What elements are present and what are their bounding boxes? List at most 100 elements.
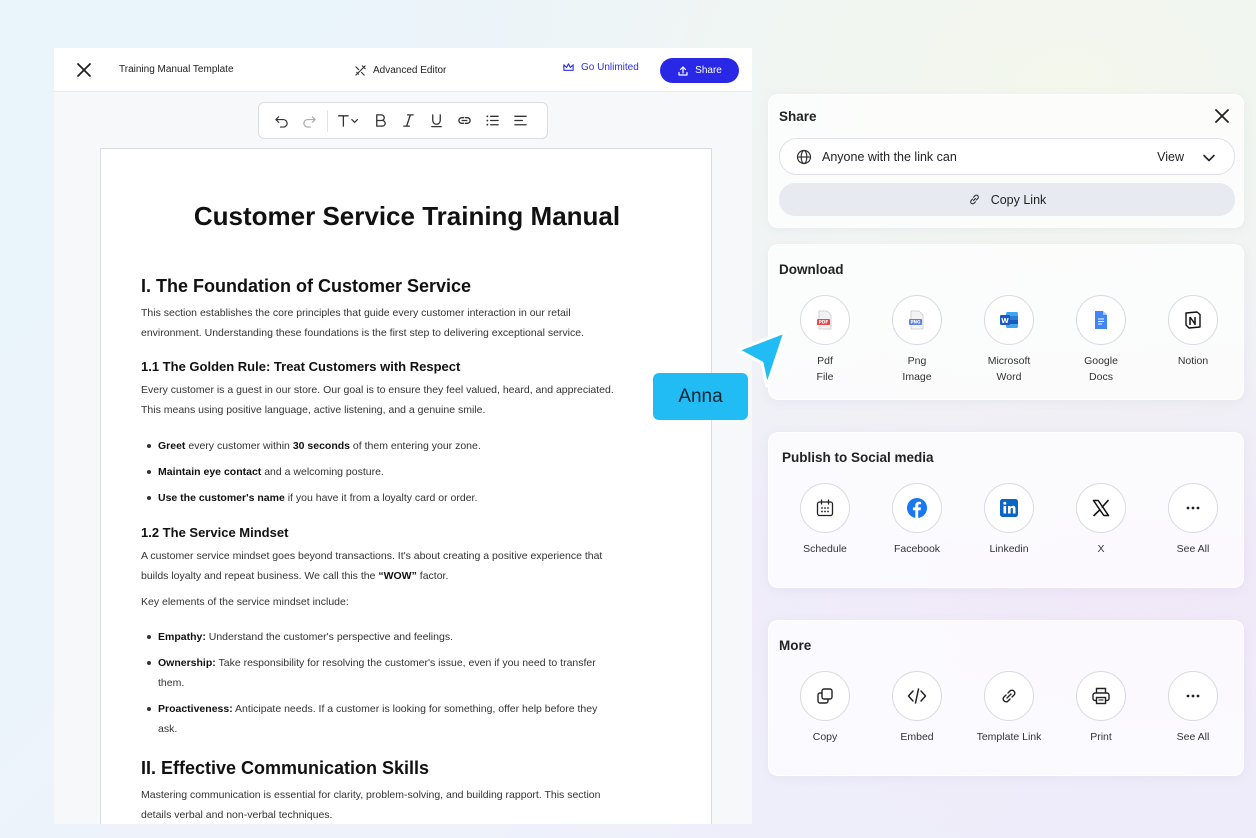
link-icon [969, 194, 979, 205]
share-label: Share [695, 65, 722, 76]
social-see-all-button[interactable]: See All [1147, 483, 1239, 557]
social-panel-title: Publish to Social media [782, 450, 934, 465]
list-item: Maintain eye contact and a welcoming pos… [147, 462, 658, 482]
paragraph-line: details verbal and non-verbal techniques… [141, 809, 333, 821]
option-circle: W [984, 295, 1034, 345]
bold-text: Greet [158, 440, 186, 452]
section-1-2-text: A customer service mindset goes beyond t… [141, 546, 661, 586]
underline-button[interactable] [422, 109, 450, 133]
option-label: Pdf File [779, 353, 871, 385]
print-button[interactable]: Print [1055, 671, 1147, 745]
section-1-heading: I. The Foundation of Customer Service [141, 276, 472, 296]
download-png-button[interactable]: PNG Png Image [871, 295, 963, 385]
facebook-icon [907, 498, 927, 518]
redo-icon [302, 116, 316, 128]
option-circle [800, 671, 850, 721]
align-button[interactable] [506, 109, 534, 133]
paragraph-text: factor. [416, 570, 449, 582]
social-options: Schedule Facebook Linkedin X See All [779, 483, 1239, 583]
crown-icon [563, 63, 574, 71]
option-label: Notion [1147, 353, 1239, 369]
template-link-button[interactable]: Template Link [963, 671, 1055, 745]
bold-text: Ownership: [158, 657, 216, 669]
calendar-icon [816, 499, 834, 517]
link-icon [457, 117, 471, 124]
download-google-docs-button[interactable]: Google Docs [1055, 295, 1147, 385]
embed-button[interactable]: Embed [871, 671, 963, 745]
italic-icon [402, 114, 414, 127]
pdf-icon: PDF [817, 310, 832, 330]
undo-button[interactable] [267, 109, 295, 133]
download-options: PDF Pdf File PNG Png Image W Microsoft Word… [779, 295, 1239, 395]
schedule-button[interactable]: Schedule [779, 483, 871, 557]
link-button[interactable] [450, 109, 478, 133]
download-panel-title: Download [779, 262, 844, 277]
paragraph-line: Mastering communication is essential for… [141, 789, 601, 801]
download-notion-button[interactable]: Notion [1147, 295, 1239, 369]
more-see-all-button[interactable]: See All [1147, 671, 1239, 745]
linkedin-button[interactable]: Linkedin [963, 483, 1055, 557]
bold-text: Proactiveness: [158, 703, 233, 715]
option-label: Microsoft Word [963, 353, 1055, 385]
bold-icon [375, 114, 386, 127]
google-docs-icon [1095, 311, 1107, 329]
align-left-icon [513, 115, 527, 126]
document-heading: Customer Service Training Manual [193, 201, 621, 231]
list-item: Empathy: Understand the customer's persp… [147, 627, 658, 647]
option-label: Copy [812, 731, 838, 743]
section-1-1-heading: 1.1 The Golden Rule: Treat Customers wit… [141, 359, 461, 374]
option-label: Template Link [976, 731, 1042, 743]
bullet-list-button[interactable] [478, 109, 506, 133]
document-page[interactable]: Customer Service Training Manual I. The … [100, 148, 712, 824]
advanced-editor-button[interactable]: Advanced Editor [354, 61, 446, 79]
italic-button[interactable] [394, 109, 422, 133]
paragraph-text: builds loyalty and repeat business. We c… [141, 570, 379, 582]
close-icon[interactable] [1213, 107, 1231, 125]
label-line: Notion [1177, 355, 1209, 367]
permission-value: View [1157, 150, 1184, 164]
svg-text:PNG: PNG [910, 320, 921, 325]
facebook-button[interactable]: Facebook [871, 483, 963, 557]
label-line: Microsoft [987, 355, 1031, 367]
go-unlimited-label: Go Unlimited [581, 62, 639, 73]
option-circle [1076, 671, 1126, 721]
list-text: every customer within [185, 440, 293, 452]
text-size-icon [338, 115, 359, 127]
share-button[interactable]: Share [660, 58, 739, 83]
redo-button[interactable] [295, 109, 323, 133]
section-2-text: Mastering communication is essential for… [141, 785, 661, 824]
list-text: and a welcoming posture. [261, 466, 384, 478]
link-permission-select[interactable]: Anyone with the link can View [779, 138, 1235, 175]
more-options: Copy Embed Template Link Print See All [779, 671, 1239, 771]
word-icon: W [1000, 312, 1018, 328]
social-panel: Publish to Social media Schedule Faceboo… [768, 432, 1244, 588]
option-label: Print [1090, 731, 1112, 743]
advanced-editor-label: Advanced Editor [373, 64, 447, 76]
option-circle [984, 483, 1034, 533]
svg-text:W: W [1001, 317, 1009, 325]
paragraph-line: This section establishes the core princi… [141, 307, 571, 319]
section-1-intro: This section establishes the core princi… [141, 303, 661, 343]
copy-icon [817, 688, 833, 704]
label-line: Google [1084, 355, 1118, 367]
text-style-dropdown[interactable] [332, 109, 366, 133]
list-text: ask. [158, 723, 178, 735]
close-icon[interactable] [74, 60, 94, 80]
format-toolbar [258, 102, 548, 139]
copy-link-button[interactable]: Copy Link [779, 183, 1235, 216]
go-unlimited-button[interactable]: Go Unlimited [562, 61, 639, 74]
copy-button[interactable]: Copy [779, 671, 871, 745]
bold-button[interactable] [366, 109, 394, 133]
download-word-button[interactable]: W Microsoft Word [963, 295, 1055, 385]
bold-text: Empathy: [158, 631, 206, 643]
more-panel: More Copy Embed Template Link Print See … [768, 620, 1244, 776]
link-access-label: Anyone with the link can [822, 150, 957, 164]
option-label: Facebook [893, 543, 941, 555]
list-item: Proactiveness: Anticipate needs. If a cu… [147, 699, 658, 739]
x-button[interactable]: X [1055, 483, 1147, 557]
option-circle [1076, 295, 1126, 345]
download-pdf-button[interactable]: PDF Pdf File [779, 295, 871, 385]
label-line: Docs [1089, 371, 1113, 383]
list-item: Ownership: Take responsibility for resol… [147, 653, 658, 693]
toolbar-divider [327, 109, 328, 132]
